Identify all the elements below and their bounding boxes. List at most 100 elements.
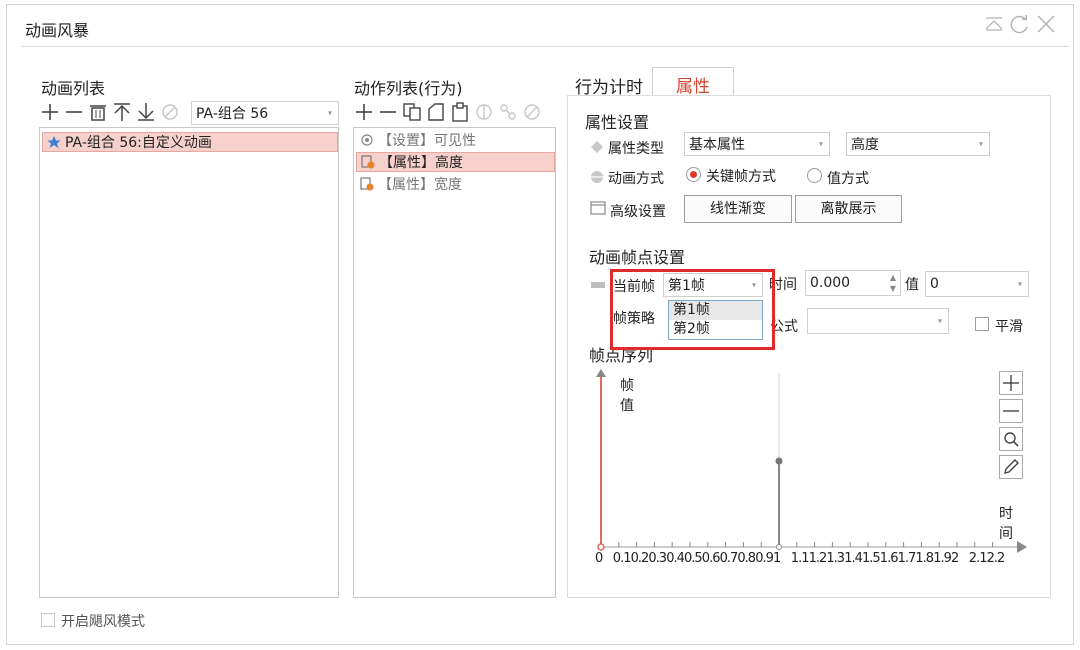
chevron-down-icon: ▾ xyxy=(1017,279,1022,289)
x-tick-label: 1.5 xyxy=(862,551,881,566)
animation-icon xyxy=(591,171,603,183)
zoom-out-button[interactable] xyxy=(999,399,1023,423)
list-item-label: 【属性】宽度 xyxy=(378,177,462,193)
x-ticks xyxy=(600,542,994,547)
y-label-value: 值 xyxy=(620,398,634,414)
x-tick-label: 1.4 xyxy=(844,551,863,566)
smooth-checkbox[interactable] xyxy=(975,317,989,331)
disable-icon[interactable] xyxy=(159,101,181,123)
window-title: 动画风暴 xyxy=(25,21,90,40)
copy-icon[interactable] xyxy=(401,101,423,123)
value-combo[interactable]: 0 ▾ xyxy=(925,271,1029,297)
title-separator xyxy=(21,46,1069,47)
x-label-1: 时 xyxy=(999,506,1013,522)
action-list-title: 动作列表(行为) xyxy=(354,79,463,98)
x-axis-arrow-icon xyxy=(1017,541,1027,553)
chevron-down-icon: ▾ xyxy=(978,139,983,149)
zoom-in-button[interactable] xyxy=(999,371,1023,395)
minus-icon xyxy=(1003,410,1019,412)
value-combo-value: 0 xyxy=(930,276,939,292)
anim-combo[interactable]: PA-组合 56 ▾ xyxy=(191,101,339,125)
move-top-icon[interactable] xyxy=(111,101,133,123)
x-tick-label: 0.1 xyxy=(612,551,632,566)
type-combo[interactable]: 基本属性 ▾ xyxy=(684,132,830,156)
move-bottom-icon[interactable] xyxy=(135,101,157,123)
dropdown-option[interactable]: 第1帧 xyxy=(669,301,762,320)
x-tick-label: 1.8 xyxy=(915,551,934,566)
cut-icon[interactable] xyxy=(425,101,447,123)
add-icon[interactable] xyxy=(39,101,61,123)
x-tick-label: 1 xyxy=(773,551,781,566)
visibility-icon xyxy=(361,134,373,146)
list-item-label: 【设置】可见性 xyxy=(378,133,476,149)
y-axis-arrow-icon xyxy=(596,369,606,377)
attr-combo[interactable]: 高度 ▾ xyxy=(846,132,990,156)
time-value: 0.000 xyxy=(810,275,851,291)
keyframe-point[interactable] xyxy=(775,457,783,465)
list-item[interactable]: PA-组合 56:自定义动画 xyxy=(42,132,338,152)
keyframe-section-title: 动画帧点设置 xyxy=(589,248,686,267)
anim-combo-value: PA-组合 56 xyxy=(196,106,269,122)
list-item-label: PA-组合 56:自定义动画 xyxy=(65,135,212,151)
type-combo-value: 基本属性 xyxy=(689,137,745,153)
x-tick-label: 0.9 xyxy=(755,551,774,566)
list-item[interactable]: 【属性】高度 xyxy=(356,152,555,172)
delete-icon[interactable] xyxy=(87,101,109,123)
x-tick-label: 0 xyxy=(595,551,603,566)
value-label: 值 xyxy=(905,277,919,293)
keyframe-point-origin[interactable] xyxy=(597,543,605,551)
star-pin-icon xyxy=(47,136,61,148)
list-item-label: 【属性】高度 xyxy=(379,155,463,171)
x-tick-label: 1.3 xyxy=(826,551,845,566)
action-list-toolbar xyxy=(353,101,543,123)
time-input[interactable]: 0.000 ▲ ▼ xyxy=(805,270,901,296)
remove-icon[interactable] xyxy=(63,101,85,123)
add-icon[interactable] xyxy=(353,101,375,123)
x-tick-label: 2.1 xyxy=(968,551,988,566)
x-tick-label: 1.7 xyxy=(897,551,917,566)
paste-icon[interactable] xyxy=(449,101,471,123)
keyframe-mode-radio[interactable] xyxy=(686,167,701,182)
x-label-2: 间 xyxy=(999,526,1013,542)
property-icon xyxy=(361,155,375,169)
x-tick-label: 0.3 xyxy=(648,551,667,566)
hurricane-mode-checkbox[interactable] xyxy=(41,613,55,627)
diamond-icon xyxy=(591,141,603,153)
mirror-icon[interactable] xyxy=(473,101,495,123)
title-bar: 动画风暴 xyxy=(7,5,1073,47)
formula-combo[interactable]: ▾ xyxy=(807,308,949,334)
list-item[interactable]: 【属性】宽度 xyxy=(356,174,555,194)
search-button[interactable] xyxy=(999,427,1023,451)
anim-list-toolbar xyxy=(39,101,181,123)
link-icon[interactable] xyxy=(497,101,519,123)
property-icon xyxy=(360,177,374,191)
refresh-icon[interactable] xyxy=(1009,13,1031,35)
type-label: 属性类型 xyxy=(608,141,664,157)
x-tick-label: 1.6 xyxy=(879,551,899,566)
remove-icon[interactable] xyxy=(377,101,399,123)
edit-button[interactable] xyxy=(999,455,1023,479)
x-tick-label: 2 xyxy=(951,551,959,566)
x-tick-label: 1.1 xyxy=(790,551,810,566)
close-icon[interactable] xyxy=(1035,13,1057,35)
search-icon xyxy=(1004,432,1019,447)
frame-dropdown: 第1帧 第2帧 xyxy=(668,300,763,340)
window-icon xyxy=(590,201,606,215)
keyframe-base xyxy=(776,544,782,550)
linear-gradient-button[interactable]: 线性渐变 xyxy=(684,195,792,223)
list-item[interactable]: 【设置】可见性 xyxy=(356,130,555,150)
spinner-icon[interactable]: ▲ ▼ xyxy=(890,272,896,294)
keyframe-mode-label: 关键帧方式 xyxy=(706,169,776,185)
chevron-down-icon: ▾ xyxy=(937,316,942,326)
value-mode-radio[interactable] xyxy=(807,168,822,183)
discrete-display-button[interactable]: 离散展示 xyxy=(795,195,902,223)
plus-icon xyxy=(1003,375,1019,391)
x-tick-label: 0.2 xyxy=(630,551,650,566)
tab-properties[interactable]: 属性 xyxy=(652,67,734,97)
frame-sequence-graph[interactable]: 帧 值 时 间 0 0.1 0.2 0.3 0.4 0.5 0.6 0.7 0.8 0.9 1 1.1… xyxy=(587,365,1057,585)
disable-icon[interactable] xyxy=(521,101,543,123)
dropdown-option[interactable]: 第2帧 xyxy=(669,320,762,339)
minimize-icon[interactable] xyxy=(983,13,1005,35)
x-tick-label: 0.8 xyxy=(737,551,756,566)
animation-storm-window: 动画风暴 动画列表 PA-组合 56 ▾ PA-组合 56:自定义动画 动作列表… xyxy=(6,4,1074,645)
